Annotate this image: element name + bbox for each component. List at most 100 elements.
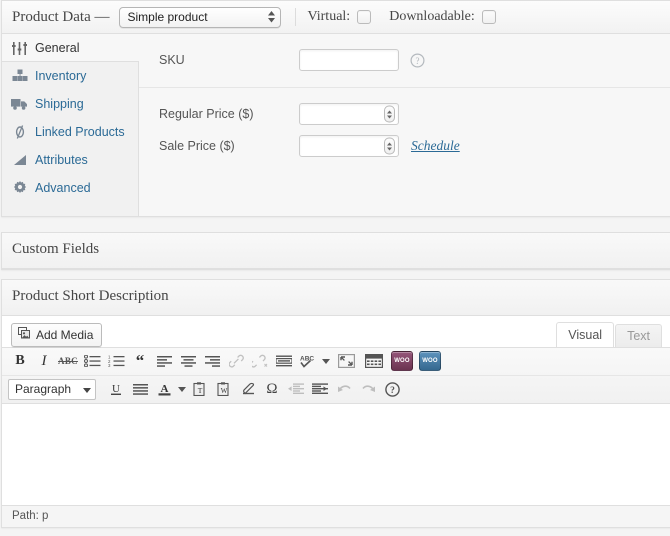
sale-price-wrapper <box>299 135 399 157</box>
align-left-icon[interactable] <box>152 350 176 372</box>
product-data-panel: Product Data — Simple product Virtual: D… <box>1 0 670 217</box>
media-icon <box>18 327 31 342</box>
woocommerce-shortcode-button[interactable]: WOO <box>388 350 416 372</box>
sidebar-item-label: Inventory <box>35 68 87 83</box>
toolbar-row-1: B I ABC 1 2 3 “ ABC WOO WOO <box>2 348 670 375</box>
truck-icon <box>11 97 28 111</box>
downloadable-checkbox[interactable] <box>481 10 496 24</box>
format-select-wrapper: Paragraph <box>8 378 100 400</box>
add-media-button[interactable]: Add Media <box>11 322 103 347</box>
editor-wrapper: Add Media Visual Text B I ABC 1 2 3 “ AB… <box>2 315 670 527</box>
blockquote-icon[interactable]: “ <box>128 350 152 372</box>
indent-icon[interactable] <box>308 378 332 400</box>
sidebar-item-label: Attributes <box>35 152 88 167</box>
svg-text:?: ? <box>416 56 420 66</box>
justify-icon[interactable] <box>128 378 152 400</box>
svg-text:A: A <box>160 383 168 395</box>
regular-price-input[interactable] <box>299 103 399 125</box>
insert-link-icon[interactable] <box>224 350 248 372</box>
align-center-icon[interactable] <box>176 350 200 372</box>
toolbar-row-2: Paragraph U A T W Ω ? <box>2 374 670 403</box>
sku-group: SKU ? <box>139 34 670 88</box>
editor-toolbar: B I ABC 1 2 3 “ ABC WOO WOO Paragraph U … <box>2 346 670 404</box>
spellcheck-icon[interactable]: ABC <box>296 350 320 372</box>
downloadable-label: Downloadable: <box>389 9 475 24</box>
read-more-icon[interactable] <box>272 350 296 372</box>
paste-from-word-icon[interactable]: W <box>212 378 236 400</box>
editor-mode-tabs: Visual Text <box>555 321 662 347</box>
product-type-select[interactable]: Simple product <box>119 6 282 28</box>
sidebar-item-shipping[interactable]: Shipping <box>2 90 138 118</box>
sale-price-input[interactable] <box>299 135 399 157</box>
svg-text:3: 3 <box>108 363 111 367</box>
inventory-boxes-icon <box>11 69 28 83</box>
sidebar-item-attributes[interactable]: Attributes <box>2 146 138 174</box>
clear-formatting-icon[interactable] <box>236 378 260 400</box>
italic-icon[interactable]: I <box>32 350 56 372</box>
page-title: Product Data — <box>12 8 110 25</box>
tab-text[interactable]: Text <box>615 323 662 347</box>
custom-fields-panel: Custom Fields <box>1 232 670 270</box>
svg-text:T: T <box>198 386 203 395</box>
tab-visual[interactable]: Visual <box>556 321 615 347</box>
sidebar-item-linked-products[interactable]: Linked Products <box>2 118 138 146</box>
sliders-icon <box>11 41 28 55</box>
underline-icon[interactable]: U <box>104 378 128 400</box>
product-data-tabs: General Inventory Shipping Linked Produc… <box>2 34 139 216</box>
woo-badge-purple: WOO <box>391 351 413 371</box>
product-data-body: General Inventory Shipping Linked Produc… <box>2 34 670 216</box>
spellcheck-dropdown-arrow-icon[interactable] <box>320 358 332 364</box>
sidebar-item-advanced[interactable]: Advanced <box>2 174 138 202</box>
sku-row: SKU ? <box>139 44 670 76</box>
text-color-dropdown-arrow-icon[interactable] <box>176 386 188 392</box>
regular-price-row: Regular Price ($) <box>139 98 670 130</box>
svg-text:W: W <box>221 387 228 395</box>
sku-label: SKU <box>159 53 185 67</box>
sidebar-item-label: Linked Products <box>35 124 125 139</box>
kitchen-sink-icon[interactable] <box>360 350 388 372</box>
ruler-triangle-icon <box>11 153 28 167</box>
schedule-sale-link[interactable]: Schedule <box>411 138 460 154</box>
editor-media-bar: Add Media Visual Text <box>2 315 670 347</box>
sku-input[interactable] <box>299 49 399 71</box>
editor-path-label: Path: p <box>12 510 49 522</box>
redo-icon[interactable] <box>356 378 380 400</box>
virtual-checkbox[interactable] <box>357 10 372 24</box>
undo-icon[interactable] <box>332 378 356 400</box>
short-description-editor-body[interactable] <box>2 403 670 506</box>
short-description-panel: Product Short Description Add Media Visu… <box>1 279 670 528</box>
strikethrough-icon[interactable]: ABC <box>56 350 80 372</box>
short-description-title[interactable]: Product Short Description <box>2 280 670 316</box>
help-tip-icon[interactable]: ? <box>410 52 425 68</box>
align-right-icon[interactable] <box>200 350 224 372</box>
custom-fields-title[interactable]: Custom Fields <box>2 233 670 269</box>
sale-price-row: Sale Price ($) Schedule <box>139 130 670 162</box>
fullscreen-icon[interactable] <box>332 350 360 372</box>
unlink-icon[interactable] <box>248 350 272 372</box>
product-data-fields: SKU ? Regular Price ($) Sale Price ($) S… <box>139 34 670 216</box>
sidebar-item-label: Shipping <box>35 96 84 111</box>
svg-text:ABC: ABC <box>300 356 314 363</box>
gear-icon <box>11 180 28 195</box>
regular-price-label: Regular Price ($) <box>159 107 254 121</box>
special-character-icon[interactable]: Ω <box>260 378 284 400</box>
sidebar-item-general[interactable]: General <box>2 34 139 62</box>
product-data-header: Product Data — Simple product Virtual: D… <box>2 1 670 34</box>
bold-icon[interactable]: B <box>8 350 32 372</box>
downloadable-field: Downloadable: <box>389 9 496 25</box>
sale-price-label: Sale Price ($) <box>159 139 235 153</box>
paragraph-format-select[interactable]: Paragraph <box>8 378 96 400</box>
sidebar-item-inventory[interactable]: Inventory <box>2 62 138 90</box>
bullet-list-icon[interactable] <box>80 350 104 372</box>
virtual-field: Virtual: <box>307 9 372 25</box>
text-color-icon[interactable]: A <box>152 378 176 400</box>
product-type-select-wrapper: Simple product <box>109 6 282 28</box>
virtual-label: Virtual: <box>307 9 351 24</box>
woocommerce-product-button[interactable]: WOO <box>416 350 444 372</box>
outdent-icon[interactable] <box>284 378 308 400</box>
woo-badge-blue: WOO <box>419 351 441 371</box>
help-icon[interactable]: ? <box>380 378 404 400</box>
header-divider <box>295 8 297 26</box>
paste-as-text-icon[interactable]: T <box>188 378 212 400</box>
numbered-list-icon[interactable]: 1 2 3 <box>104 350 128 372</box>
